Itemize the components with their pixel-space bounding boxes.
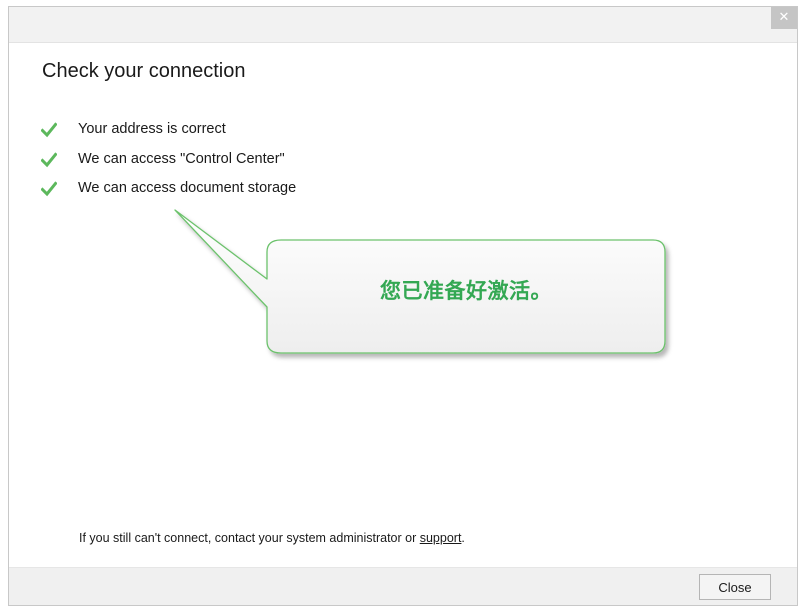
check-list: Your address is correct We can access "C… (41, 119, 296, 208)
close-button[interactable]: Close (699, 574, 771, 600)
button-bar: Close (9, 567, 797, 605)
close-window-button[interactable]: ✕ (771, 7, 797, 29)
support-link[interactable]: support (420, 531, 462, 545)
check-item: Your address is correct (41, 119, 296, 149)
footer-note: If you still can't connect, contact your… (79, 531, 465, 545)
page-title: Check your connection (42, 60, 246, 82)
check-item-label: We can access "Control Center" (78, 150, 285, 167)
footer-note-suffix: . (461, 531, 465, 545)
check-item-label: We can access document storage (78, 180, 297, 196)
check-item: We can access document storage (41, 178, 296, 208)
close-icon: ✕ (778, 10, 790, 25)
check-item: We can access "Control Center" (41, 149, 296, 179)
dialog-window: ✕ Check your connection Your address is … (8, 6, 798, 606)
check-icon (41, 122, 57, 138)
title-bar: ✕ (9, 7, 797, 43)
check-icon (41, 151, 57, 167)
check-icon (41, 181, 57, 197)
callout-message: 您已准备好激活。 (380, 278, 552, 303)
footer-note-text: If you still can't connect, contact your… (79, 531, 420, 545)
check-item-label: Your address is correct (78, 121, 226, 137)
